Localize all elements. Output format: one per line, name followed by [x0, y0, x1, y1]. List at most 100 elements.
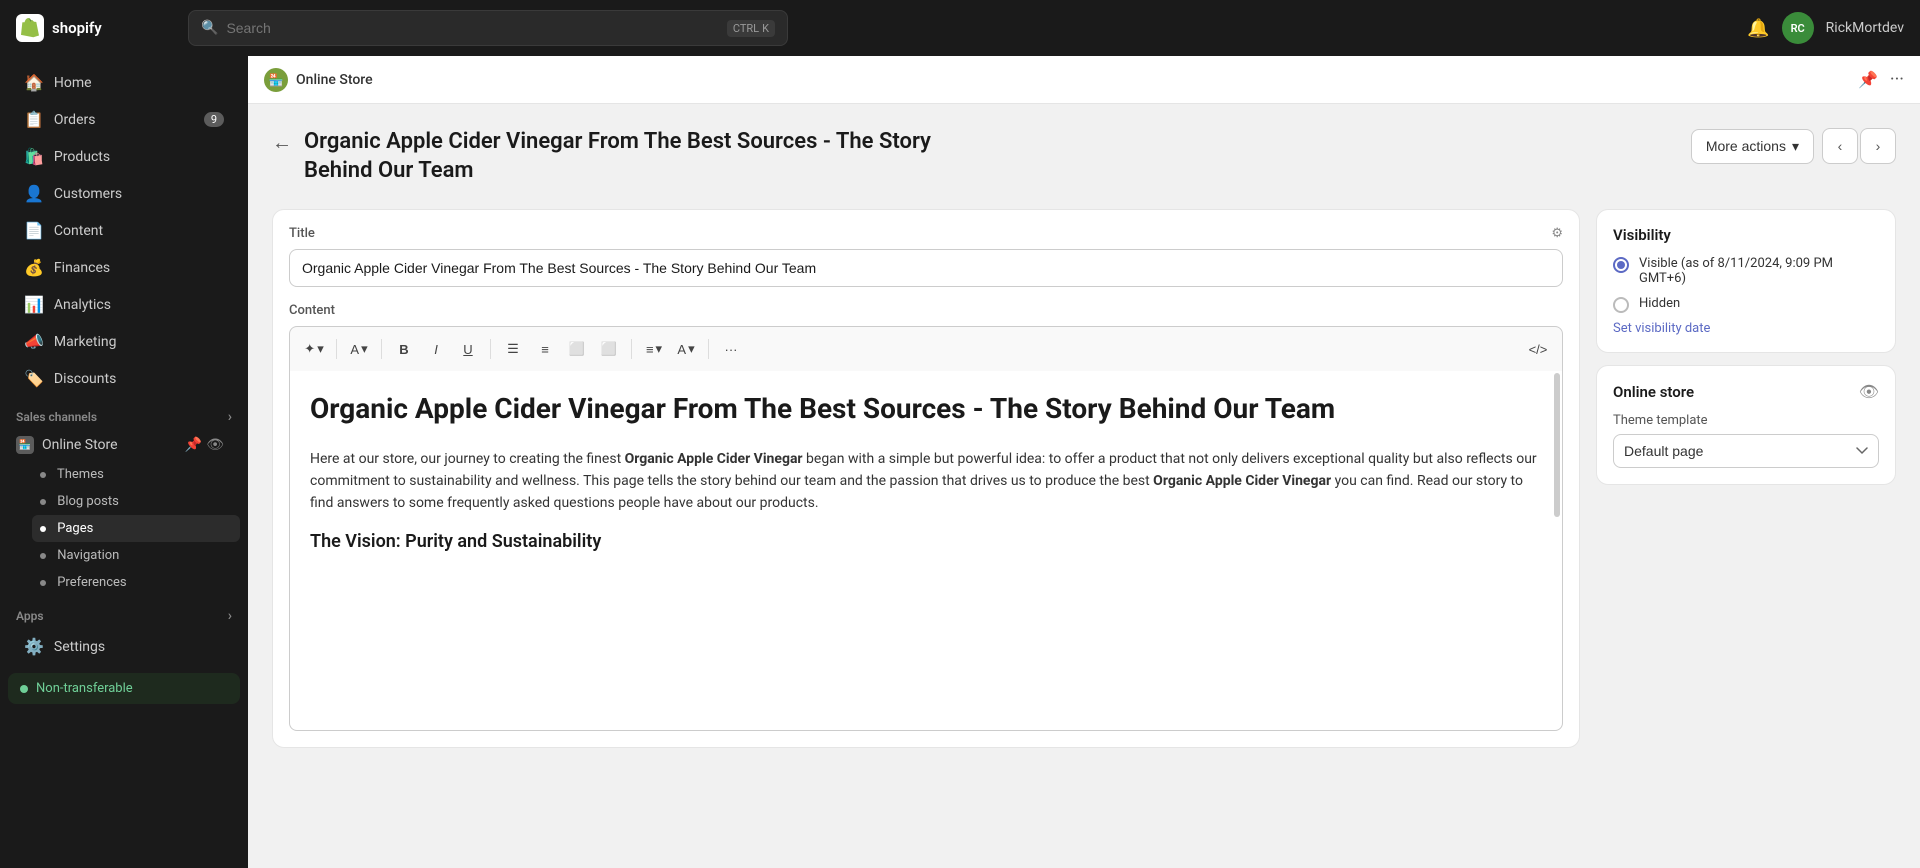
subnav-title: Online Store [296, 72, 373, 88]
sidebar-item-label: Finances [54, 260, 110, 276]
subnav-store-icon: 🏪 [264, 68, 288, 92]
sidebar-sub-preferences[interactable]: Preferences [32, 569, 240, 596]
search-bar[interactable]: 🔍 CTRLK [188, 10, 788, 46]
theme-template-select[interactable]: Default page Custom page [1613, 434, 1879, 468]
editor-scrollbar[interactable] [1554, 373, 1560, 517]
hidden-radio-item[interactable]: Hidden [1613, 296, 1879, 313]
sidebar-sub-pages[interactable]: Pages [32, 515, 240, 542]
logo-text: shopify [52, 19, 102, 37]
logo[interactable]: shopify [16, 14, 176, 42]
sidebar-item-online-store[interactable]: 🏪 Online Store 📌 👁 [8, 430, 240, 460]
text-color-button[interactable]: A ▾ [672, 335, 700, 363]
online-store-eye-icon[interactable]: 👁 [1859, 382, 1879, 401]
sidebar-item-marketing[interactable]: 📣 Marketing [8, 324, 240, 359]
sidebar-sub-navigation[interactable]: Navigation [32, 542, 240, 569]
sidebar-item-finances[interactable]: 💰 Finances [8, 250, 240, 285]
sidebar-sub-label: Themes [57, 467, 104, 482]
title-label-text: Title [289, 226, 315, 241]
sidebar-item-label: Home [54, 75, 92, 91]
sidebar-item-discounts[interactable]: 🏷️ Discounts [8, 361, 240, 396]
card-inner: Title ⚙ Content ✦ ▾ [273, 210, 1579, 747]
content-icon: 📄 [24, 221, 44, 240]
content-label-text: Content [289, 303, 335, 318]
non-transferable-badge[interactable]: Non-transferable [8, 673, 240, 704]
sales-channels-label: Sales channels [16, 410, 97, 424]
visibility-card: Visibility Visible (as of 8/11/2024, 9:0… [1596, 209, 1896, 353]
sub-dot-active [40, 526, 46, 532]
sidebar-item-orders[interactable]: 📋 Orders 9 [8, 102, 240, 137]
topbar: shopify 🔍 CTRLK 🔔 RC RickMortdev [0, 0, 1920, 56]
title-field-label: Title ⚙ [289, 226, 1563, 241]
search-input[interactable] [226, 20, 718, 36]
sidebar-item-label: Customers [54, 186, 122, 202]
sidebar-item-analytics[interactable]: 📊 Analytics [8, 287, 240, 322]
finances-icon: 💰 [24, 258, 44, 277]
hidden-radio-button[interactable] [1613, 297, 1629, 313]
sidebar-item-home[interactable]: 🏠 Home [8, 65, 240, 100]
sidebar-item-label: Products [54, 149, 110, 165]
customers-icon: 👤 [24, 184, 44, 203]
pin-icon[interactable]: 📌 [185, 437, 202, 453]
online-store-card: Online store 👁 Theme template Default pa… [1596, 365, 1896, 485]
more-options-button[interactable]: ··· [717, 335, 745, 363]
more-actions-button[interactable]: More actions ▾ [1691, 129, 1814, 164]
avatar[interactable]: RC [1782, 12, 1814, 44]
format-dropdown-button[interactable]: ✦ ▾ [300, 335, 328, 363]
sidebar-item-content[interactable]: 📄 Content [8, 213, 240, 248]
online-store-icon: 🏪 [16, 436, 34, 454]
align-dropdown-button[interactable]: ≡ ▾ [640, 335, 668, 363]
visible-radio-item[interactable]: Visible (as of 8/11/2024, 9:09 PM GMT+6) [1613, 256, 1879, 286]
products-icon: 🛍️ [24, 147, 44, 166]
font-dropdown-button[interactable]: A ▾ [345, 335, 373, 363]
more-subnav-icon[interactable]: ··· [1890, 69, 1904, 90]
expand-apps-icon[interactable]: › [228, 608, 232, 624]
unordered-list-button[interactable]: ☰ [499, 335, 527, 363]
underline-button[interactable]: U [454, 335, 482, 363]
page-header-right: More actions ▾ ‹ › [1691, 128, 1896, 164]
back-button[interactable]: ← [272, 130, 292, 155]
italic-button[interactable]: I [422, 335, 450, 363]
content-field-label: Content [289, 303, 1563, 318]
title-settings-icon[interactable]: ⚙ [1551, 226, 1563, 241]
sidebar-item-customers[interactable]: 👤 Customers [8, 176, 240, 211]
hidden-radio-label: Hidden [1639, 296, 1680, 311]
eye-icon[interactable]: 👁 [206, 437, 224, 453]
side-column: Visibility Visible (as of 8/11/2024, 9:0… [1596, 209, 1896, 497]
page-content: ← Organic Apple Cider Vinegar From The B… [248, 104, 1920, 868]
editor-body[interactable]: Organic Apple Cider Vinegar From The Bes… [289, 371, 1563, 731]
online-store-card-title: Online store [1613, 383, 1694, 401]
sidebar-item-products[interactable]: 🛍️ Products [8, 139, 240, 174]
indent-button[interactable]: ⬜ [563, 335, 591, 363]
sidebar-sub-label: Navigation [57, 548, 119, 563]
theme-template-label: Theme template [1613, 413, 1879, 428]
notification-bell-icon[interactable]: 🔔 [1747, 18, 1769, 39]
non-transferable-dot-icon [20, 685, 28, 693]
visible-radio-button[interactable] [1613, 257, 1629, 273]
sidebar-item-settings[interactable]: ⚙️ Settings [8, 629, 240, 664]
title-input[interactable] [289, 249, 1563, 287]
outdent-button[interactable]: ⬜ [595, 335, 623, 363]
page-header-left: ← Organic Apple Cider Vinegar From The B… [272, 128, 1004, 185]
home-icon: 🏠 [24, 73, 44, 92]
settings-icon: ⚙️ [24, 637, 44, 656]
prev-arrow-button[interactable]: ‹ [1822, 128, 1858, 164]
sidebar-sub-themes[interactable]: Themes [32, 461, 240, 488]
more-actions-chevron-icon: ▾ [1792, 138, 1799, 155]
sidebar: 🏠 Home 📋 Orders 9 🛍️ Products 👤 Customer… [0, 56, 248, 868]
editor-card: Title ⚙ Content ✦ ▾ [272, 209, 1580, 748]
editor-paragraph-1: Here at our store, our journey to creati… [310, 448, 1542, 515]
set-visibility-link[interactable]: Set visibility date [1613, 321, 1710, 336]
search-icon: 🔍 [201, 20, 218, 36]
bold-button[interactable]: B [390, 335, 418, 363]
sidebar-sub-label: Pages [57, 521, 93, 536]
sidebar-sub-blog-posts[interactable]: Blog posts [32, 488, 240, 515]
apps-header: Apps › [0, 596, 248, 628]
analytics-icon: 📊 [24, 295, 44, 314]
pin-subnav-icon[interactable]: 📌 [1858, 70, 1878, 89]
toolbar-separator [336, 339, 337, 359]
expand-sales-channels-icon[interactable]: › [228, 409, 232, 425]
page-header: ← Organic Apple Cider Vinegar From The B… [272, 128, 1896, 185]
html-source-button[interactable]: </> [1524, 335, 1552, 363]
ordered-list-button[interactable]: ≡ [531, 335, 559, 363]
next-arrow-button[interactable]: › [1860, 128, 1896, 164]
